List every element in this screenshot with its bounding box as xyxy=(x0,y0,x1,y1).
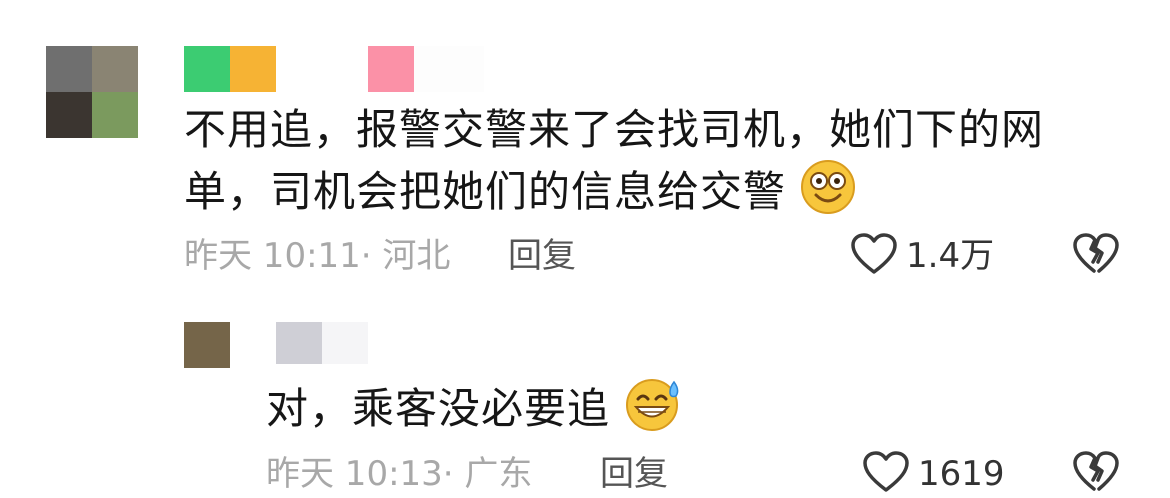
dislike-button[interactable] xyxy=(1072,450,1120,498)
timestamp: 昨天 10:13 xyxy=(266,454,443,494)
like-button[interactable]: 1.4万 xyxy=(850,232,994,280)
comment-text: 对，乘客没必要追 xyxy=(266,384,611,433)
like-count: 1.4万 xyxy=(906,236,995,276)
location: · 广东 xyxy=(442,454,533,494)
username[interactable] xyxy=(276,322,368,364)
heart-icon xyxy=(850,232,898,280)
location: · 河北 xyxy=(360,236,451,276)
broken-heart-icon xyxy=(1072,451,1120,498)
like-button[interactable]: 1619 xyxy=(862,450,1005,498)
like-count: 1619 xyxy=(918,454,1005,494)
timestamp: 昨天 10:11 xyxy=(184,236,361,276)
smiling-face-emoji xyxy=(800,159,856,230)
broken-heart-icon xyxy=(1072,233,1120,280)
avatar[interactable] xyxy=(46,46,138,138)
reply-button[interactable]: 回复 xyxy=(508,236,576,276)
reply-button[interactable]: 回复 xyxy=(600,454,668,494)
comment-text-line-2: 单，司机会把她们的信息给交警 xyxy=(184,167,787,216)
heart-icon xyxy=(862,450,910,498)
grinning-sweat-emoji xyxy=(624,376,684,447)
dislike-button[interactable] xyxy=(1072,232,1120,280)
username[interactable] xyxy=(184,46,484,92)
comment-text-line-1: 不用追，报警交警来了会找司机，她们下的网 xyxy=(184,105,1045,154)
avatar[interactable] xyxy=(184,322,230,368)
